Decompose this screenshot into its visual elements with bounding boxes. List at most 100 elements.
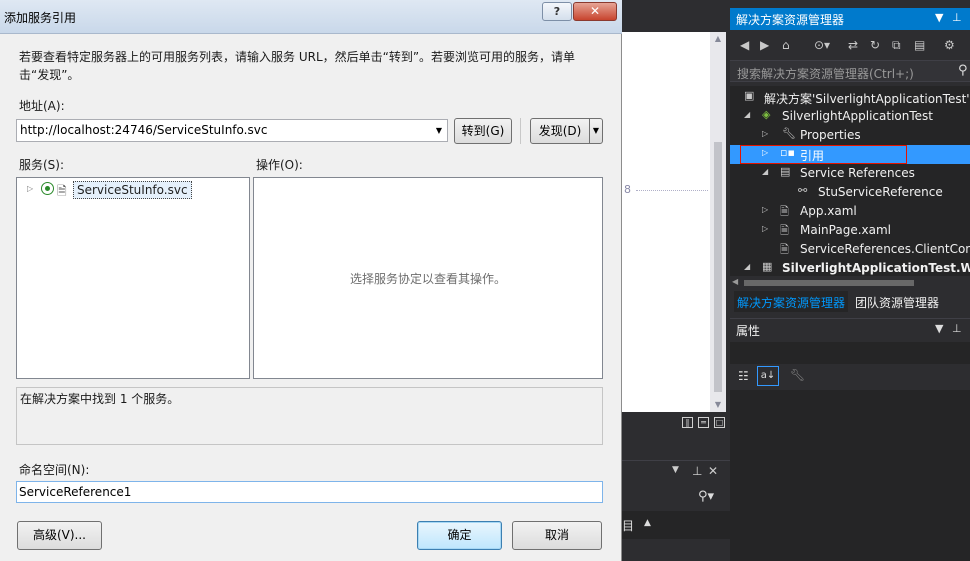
namespace-label: 命名空间(N): xyxy=(19,463,90,477)
scroll-down-icon[interactable]: ▼ xyxy=(710,398,726,412)
operations-list[interactable]: 选择服务协定以查看其操作。 xyxy=(253,177,603,379)
panel-search-icon[interactable]: ⚲▾ xyxy=(698,489,714,504)
discover-dropdown-icon[interactable]: ▼ xyxy=(589,118,603,144)
solution-horizontal-scrollbar[interactable]: ◀ xyxy=(730,276,970,290)
tree-item-service-references[interactable]: ◢ ▤ Service References xyxy=(730,164,970,183)
pin-icon[interactable]: ⊥ xyxy=(952,11,962,24)
scroll-thumb[interactable] xyxy=(714,142,722,392)
solution-tree[interactable]: ▣ 解决方案'SilverlightApplicationTest'（ ◢ ◈ … xyxy=(730,86,970,276)
solution-explorer-panel: 解决方案资源管理器 ▼ ⊥ ◀ ▶ ⌂ ⊙▾ ⇄ ↻ ⧉ ▤ ⚙ 搜索解决方案资… xyxy=(730,0,970,561)
goto-button[interactable]: 转到(G) xyxy=(454,118,512,144)
status-box: 在解决方案中找到 1 个服务。 xyxy=(16,387,603,445)
close-button[interactable]: ✕ xyxy=(573,2,617,21)
categorized-icon[interactable]: ☷ xyxy=(738,369,749,383)
output-panel: ▼ ⊥ ✕ ⚲▾ 目 ▲ xyxy=(620,460,730,561)
output-panel-list: 目 ▲ xyxy=(620,511,730,539)
namespace-input[interactable] xyxy=(16,481,603,503)
output-panel-header: ▼ ⊥ ✕ xyxy=(620,464,730,483)
advanced-button[interactable]: 高级(V)... xyxy=(17,521,102,550)
property-pages-icon[interactable]: 🔧︎ xyxy=(790,368,805,382)
tree-item-mainpage-xaml[interactable]: ▷ 🗎 MainPage.xaml xyxy=(730,221,970,240)
editor-split-bar: ‖ ═ □ xyxy=(620,412,730,432)
panel-menu-icon[interactable]: ▼ xyxy=(935,322,943,335)
tree-item-stu-service-reference[interactable]: ⚯ StuServiceReference xyxy=(730,183,970,202)
solution-explorer-titlebar[interactable]: 解决方案资源管理器 ▼ ⊥ xyxy=(730,8,970,30)
folder-icon: ▤ xyxy=(780,165,791,178)
collapse-arrow-icon[interactable]: ◢ xyxy=(744,262,750,271)
panel-tab-fragment: 目 xyxy=(622,519,635,533)
sort-up-icon[interactable]: ▲ xyxy=(644,518,651,528)
tree-item-client-config[interactable]: 🗎 ServiceReferences.ClientConfi xyxy=(730,240,970,259)
instructions-text: 若要查看特定服务器上的可用服务列表，请输入服务 URL，然后单击“转到”。若要浏… xyxy=(19,50,576,82)
scroll-thumb[interactable] xyxy=(744,280,914,286)
cancel-button[interactable]: 取消 xyxy=(512,521,602,550)
properties-titlebar[interactable]: 属性 ▼ ⊥ xyxy=(730,318,970,340)
editor-vertical-scrollbar[interactable]: ▲ ▼ xyxy=(710,32,726,412)
tree-item-label: 解决方案'SilverlightApplicationTest'（ xyxy=(764,92,970,106)
split-vertical-icon[interactable]: ‖ xyxy=(682,417,693,428)
alphabetical-sort-icon[interactable]: a↓ xyxy=(757,366,779,386)
properties-toolbar: ☷ a↓ 🔧︎ xyxy=(730,364,970,390)
sync-icon[interactable]: ⇄ xyxy=(848,38,858,52)
toolbar-divider xyxy=(520,118,521,144)
tree-item-web-project[interactable]: ◢ ▦ SilverlightApplicationTest.Web xyxy=(730,259,970,276)
dialog-titlebar[interactable]: 添加服务引用 ? ✕ xyxy=(0,0,622,34)
discover-button[interactable]: 发现(D) xyxy=(530,118,590,144)
pending-changes-icon[interactable]: ⊙▾ xyxy=(814,38,830,52)
operations-placeholder: 选择服务协定以查看其操作。 xyxy=(349,272,506,286)
solution-explorer-toolbar: ◀ ▶ ⌂ ⊙▾ ⇄ ↻ ⧉ ▤ ⚙ xyxy=(730,32,970,60)
panel-pin-icon[interactable]: ⊥ xyxy=(692,464,702,478)
expand-arrow-icon[interactable]: ▷ xyxy=(762,205,768,214)
panel-dropdown-icon[interactable]: ▼ xyxy=(672,465,679,475)
tree-item-references[interactable]: ▷ ▫▪ 引用 xyxy=(730,145,970,164)
service-file-icon: 🗎 xyxy=(57,184,67,198)
collapse-arrow-icon[interactable]: ◢ xyxy=(762,167,768,176)
expand-arrow-icon[interactable]: ▷ xyxy=(762,129,768,138)
pin-icon[interactable]: ⊥ xyxy=(952,322,962,335)
chevron-down-icon[interactable]: ▼ xyxy=(431,120,447,141)
back-icon[interactable]: ◀ xyxy=(740,38,749,52)
tree-item-properties[interactable]: ▷ 🔧︎ Properties xyxy=(730,126,970,145)
scroll-left-icon[interactable]: ◀ xyxy=(732,277,738,286)
tab-solution-explorer[interactable]: 解决方案资源管理器 xyxy=(734,291,849,312)
home-icon[interactable]: ⌂ xyxy=(782,38,790,52)
status-text: 在解决方案中找到 1 个服务。 xyxy=(20,392,180,406)
service-status-icon xyxy=(41,182,54,195)
show-all-files-icon[interactable]: ▤ xyxy=(914,38,925,52)
tree-item-solution[interactable]: ▣ 解决方案'SilverlightApplicationTest'（ xyxy=(730,88,970,107)
split-single-icon[interactable]: □ xyxy=(714,417,725,428)
tree-item-project[interactable]: ◢ ◈ SilverlightApplicationTest xyxy=(730,107,970,126)
ok-button[interactable]: 确定 xyxy=(417,521,502,550)
properties-icon[interactable]: ⚙ xyxy=(944,38,955,52)
tree-item-label: SilverlightApplicationTest xyxy=(782,109,933,123)
address-combobox[interactable]: http://localhost:24746/ServiceStuInfo.sv… xyxy=(16,119,448,142)
collapse-arrow-icon[interactable]: ◢ xyxy=(744,110,750,119)
tree-item-label: StuServiceReference xyxy=(818,185,943,199)
panel-menu-icon[interactable]: ▼ xyxy=(935,11,943,24)
code-editor[interactable] xyxy=(620,32,710,412)
tree-item-app-xaml[interactable]: ▷ 🗎 App.xaml xyxy=(730,202,970,221)
address-value[interactable]: http://localhost:24746/ServiceStuInfo.sv… xyxy=(20,123,267,137)
tree-item-label: SilverlightApplicationTest.Web xyxy=(782,261,970,275)
properties-body: ☷ a↓ 🔧︎ xyxy=(730,342,970,561)
service-item-label[interactable]: ServiceStuInfo.svc xyxy=(73,181,192,199)
expand-arrow-icon[interactable]: ▷ xyxy=(27,184,33,193)
tab-team-explorer[interactable]: 团队资源管理器 xyxy=(852,291,942,312)
solution-search-box[interactable]: 搜索解决方案资源管理器(Ctrl+;) ⚲ xyxy=(730,60,970,82)
silverlight-project-icon: ◈ xyxy=(762,108,771,121)
forward-icon[interactable]: ▶ xyxy=(760,38,769,52)
panel-close-icon[interactable]: ✕ xyxy=(708,464,718,478)
solution-search-placeholder: 搜索解决方案资源管理器(Ctrl+;) xyxy=(737,67,914,81)
split-horizontal-icon[interactable]: ═ xyxy=(698,417,709,428)
config-file-icon: 🗎 xyxy=(780,243,789,256)
services-label: 服务(S): xyxy=(19,158,65,172)
xaml-file-icon: 🗎 xyxy=(780,224,789,237)
refresh-icon[interactable]: ↻ xyxy=(870,38,880,52)
scroll-up-icon[interactable]: ▲ xyxy=(710,32,726,46)
search-icon[interactable]: ⚲ xyxy=(958,63,968,78)
expand-arrow-icon[interactable]: ▷ xyxy=(762,224,768,233)
tree-item-label: ServiceReferences.ClientConfi xyxy=(800,242,970,256)
services-tree[interactable]: ▷ 🗎 ServiceStuInfo.svc xyxy=(16,177,250,379)
help-button[interactable]: ? xyxy=(542,2,572,21)
collapse-all-icon[interactable]: ⧉ xyxy=(892,38,901,53)
